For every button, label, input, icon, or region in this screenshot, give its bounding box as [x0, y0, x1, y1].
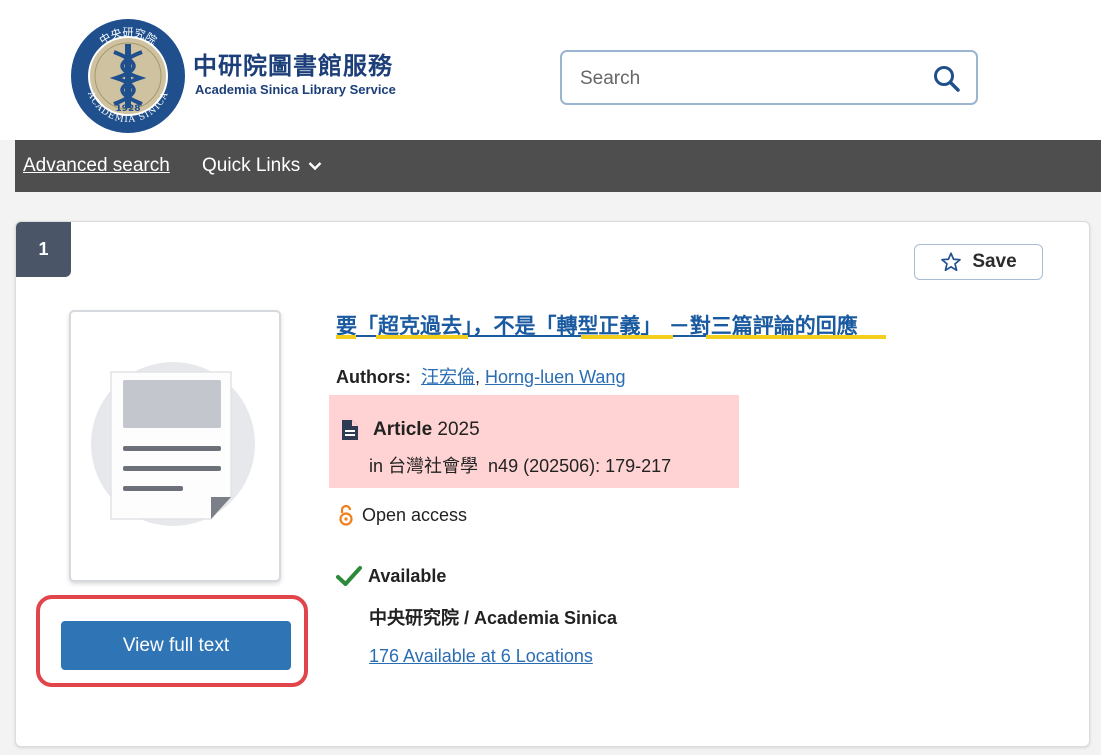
advanced-search-link[interactable]: Advanced search: [23, 155, 170, 177]
brand-title-zh[interactable]: 中研院圖書館服務: [193, 46, 393, 81]
source-journal: 台灣社會學: [388, 456, 479, 476]
author-separator: ,: [475, 367, 481, 387]
checkmark-icon: [336, 566, 362, 586]
brand-title-en[interactable]: Academia Sinica Library Service: [195, 82, 396, 97]
save-label: Save: [972, 251, 1017, 272]
article-type: Article: [373, 419, 433, 440]
search-box: [560, 50, 978, 105]
save-button[interactable]: Save: [914, 244, 1043, 280]
title-part: 「: [357, 314, 378, 338]
open-access-indicator: Open access: [338, 504, 467, 526]
academia-sinica-logo[interactable]: 1928 中央研究院 ACADEMIA SINICA: [70, 18, 186, 134]
search-icon[interactable]: [932, 64, 962, 94]
result-card: 1 Save View full text 要「超克過去」，不是「轉型正義」 －…: [15, 221, 1090, 747]
author-link[interactable]: 汪宏倫: [421, 367, 475, 387]
site-header: 1928 中央研究院 ACADEMIA SINICA 中研院圖書館服務 Acad…: [0, 0, 1101, 140]
svg-text:1928: 1928: [115, 104, 140, 114]
star-icon: [941, 252, 962, 272]
institution-name: 中央研究院 / Academia Sinica: [369, 608, 618, 628]
authors-label: Authors:: [336, 367, 411, 387]
search-input[interactable]: [578, 63, 912, 95]
quick-links-label: Quick Links: [202, 155, 301, 176]
author-link[interactable]: Horng-luen Wang: [485, 367, 625, 387]
chevron-down-icon: [308, 162, 322, 171]
search-term-underline: [376, 335, 468, 339]
open-access-label: Open access: [362, 504, 468, 525]
publication-year: 2025: [437, 419, 480, 440]
title-part: 「: [535, 314, 557, 338]
document-thumbnail[interactable]: [69, 310, 281, 582]
publication-type: Article 2025: [373, 419, 480, 441]
search-term-underline: [706, 335, 886, 339]
search-term-underline: [581, 335, 673, 339]
locations-link[interactable]: 176 Available at 6 Locations: [369, 646, 593, 667]
publication-info: Article 2025 in 台灣社會學 n49 (202506): 179-…: [329, 395, 739, 488]
availability-label: Available: [368, 565, 447, 586]
view-full-text-button[interactable]: View full text: [61, 621, 291, 670]
main-nav: Advanced search Quick Links: [15, 140, 1101, 192]
authors-line: Authors: 汪宏倫, Horng-luen Wang: [336, 363, 625, 389]
quick-links-menu[interactable]: Quick Links: [202, 155, 322, 177]
publication-source: in 台灣社會學 n49 (202506): 179-217: [369, 452, 671, 478]
open-lock-icon: [339, 504, 353, 526]
document-placeholder-icon: [91, 362, 255, 526]
document-icon: [342, 420, 358, 440]
title-part: ，不是: [472, 314, 536, 338]
result-number: 1: [16, 222, 71, 277]
source-detail: n49 (202506): 179-217: [488, 456, 672, 476]
source-prefix: in: [369, 456, 384, 476]
search-term-underline: [336, 335, 356, 339]
availability-status: Available: [336, 565, 446, 587]
